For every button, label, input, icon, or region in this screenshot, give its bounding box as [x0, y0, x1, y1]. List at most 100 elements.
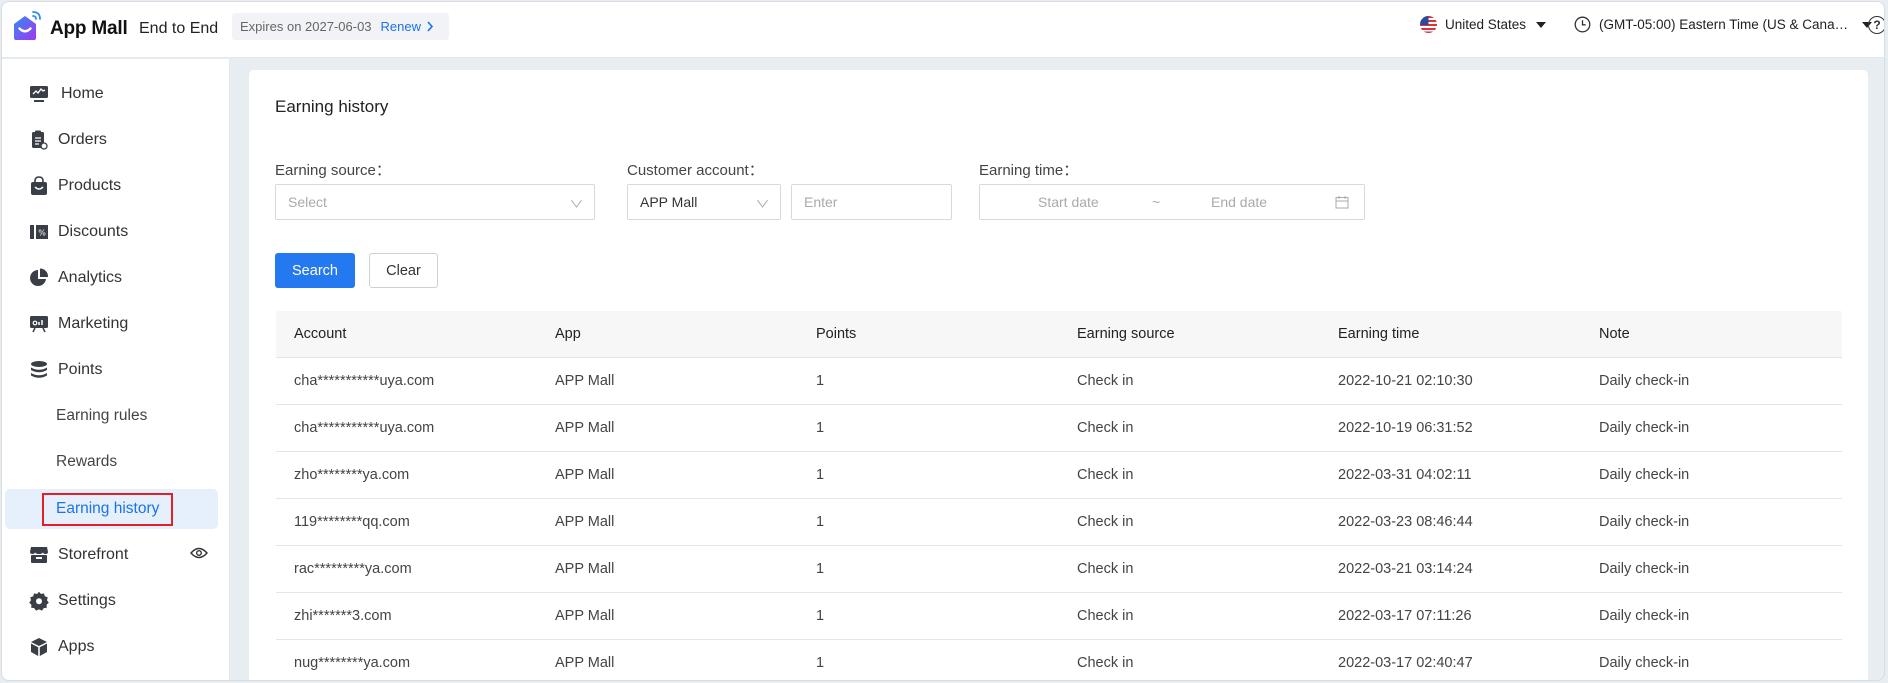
sidebar-item-analytics[interactable]: Analytics	[2, 258, 218, 298]
store-icon	[29, 545, 49, 565]
sidebar-item-earning-rules[interactable]: Earning rules	[2, 396, 218, 436]
earning-source-cell: Check in	[1077, 655, 1134, 671]
page-title: Earning history	[275, 97, 389, 116]
note-cell: Daily check-in	[1599, 655, 1690, 671]
account-cell: rac*********ya.com	[294, 561, 412, 577]
sidebar-item-home[interactable]: Home	[2, 74, 218, 114]
note-cell: Daily check-in	[1599, 608, 1690, 624]
region-selector[interactable]: United States	[1420, 16, 1547, 33]
start-date-input[interactable]: Start date	[1038, 194, 1099, 210]
points-cell: 1	[816, 514, 825, 530]
clear-button[interactable]: Clear	[369, 253, 438, 288]
timezone-selector[interactable]: (GMT-05:00) Eastern Time (US & Cana…	[1574, 16, 1873, 33]
earning-source-cell: Check in	[1077, 467, 1134, 483]
sidebar-item-marketing[interactable]: Marketing	[2, 304, 218, 344]
sidebar-item-label: Orders	[58, 131, 107, 148]
sidebar: Home Orders Products % Discounts Analyti…	[2, 59, 230, 680]
customer-account-app-value: APP Mall	[640, 194, 698, 210]
earning-time-cell: 2022-03-31 04:02:11	[1338, 467, 1472, 483]
note-cell: Daily check-in	[1599, 561, 1690, 577]
earning-source-cell: Check in	[1077, 514, 1134, 530]
earning-time-cell: 2022-03-21 03:14:24	[1338, 561, 1473, 577]
end-date-input[interactable]: End date	[1211, 194, 1267, 210]
earning-source-cell: Check in	[1077, 420, 1134, 436]
sidebar-item-label: Points	[58, 361, 103, 378]
sidebar-item-label: Rewards	[56, 453, 118, 470]
account-cell: zho********ya.com	[294, 467, 410, 483]
earning-source-cell: Check in	[1077, 608, 1134, 624]
column-header: App	[555, 326, 581, 342]
earning-time-cell: 2022-10-21 02:10:30	[1338, 373, 1473, 389]
subscription-status: Expires on 2027-06-03 Renew	[232, 13, 449, 40]
app-cell: APP Mall	[555, 373, 615, 389]
points-cell: 1	[816, 467, 825, 483]
calendar-icon	[1335, 196, 1349, 209]
app-cell: APP Mall	[555, 655, 615, 671]
sidebar-item-label: Storefront	[58, 546, 129, 563]
sidebar-item-orders[interactable]: Orders	[2, 120, 218, 160]
top-bar: App Mall End to End Expires on 2027-06-0…	[2, 2, 1884, 58]
app-cell: APP Mall	[555, 514, 615, 530]
region-label: United States	[1445, 17, 1527, 32]
table-row: 119********qq.com APP Mall 1 Check in 2022-0…	[276, 499, 1842, 546]
app-cell: APP Mall	[555, 467, 615, 483]
sidebar-item-points[interactable]: Points	[2, 350, 218, 390]
account-cell: cha***********uya.com	[294, 420, 435, 436]
app-window: App Mall End to End Expires on 2027-06-0…	[1, 1, 1885, 681]
sidebar-item-settings[interactable]: Settings	[2, 581, 218, 621]
chevron-down-icon	[757, 193, 768, 208]
shopping-bag-icon	[29, 176, 49, 196]
earning-time-cell: 2022-03-23 08:46:44	[1338, 514, 1473, 530]
app-cell: APP Mall	[555, 420, 615, 436]
brand-subtitle: End to End	[139, 20, 219, 37]
chevron-down-icon	[571, 193, 582, 208]
table-row: cha***********uya.com APP Mall 1 Check in 20…	[276, 358, 1842, 405]
coins-stack-icon	[29, 360, 49, 380]
sidebar-item-label: Earning history	[56, 500, 160, 517]
clipboard-icon	[29, 130, 49, 150]
sidebar-item-products[interactable]: Products	[2, 166, 218, 206]
table-body: cha***********uya.com APP Mall 1 Check in 20…	[276, 358, 1842, 680]
table-row: zho********ya.com APP Mall 1 Check in 2022-0…	[276, 452, 1842, 499]
earning-history-table: Account App Points Earning source Earning ti…	[276, 311, 1842, 680]
customer-account-input[interactable]: Enter	[791, 184, 952, 220]
range-separator: ~	[1152, 194, 1161, 210]
renew-link[interactable]: Renew	[381, 19, 434, 34]
column-header: Earning time	[1338, 326, 1420, 342]
table-row: cha***********uya.com APP Mall 1 Check in 20…	[276, 405, 1842, 452]
customer-account-app-select[interactable]: APP Mall	[627, 184, 781, 220]
search-button[interactable]: Search	[275, 253, 355, 288]
timezone-label: (GMT-05:00) Eastern Time (US & Cana…	[1599, 17, 1849, 32]
table-header: Account App Points Earning source Earning ti…	[276, 311, 1842, 358]
app-mall-logo-icon	[14, 11, 41, 40]
column-header: Earning source	[1077, 326, 1175, 342]
customer-account-placeholder: Enter	[804, 194, 838, 210]
sidebar-item-label: Analytics	[58, 269, 123, 286]
earning-time-range-picker[interactable]: Start date ~ End date	[979, 184, 1365, 220]
points-cell: 1	[816, 420, 825, 436]
sidebar-item-apps[interactable]: Apps	[2, 627, 218, 667]
monitor-chart-icon	[29, 84, 49, 104]
account-cell: 119********qq.com	[294, 514, 410, 530]
earning-time-cell: 2022-03-17 02:40:47	[1338, 655, 1473, 671]
note-cell: Daily check-in	[1599, 373, 1690, 389]
earning-time-cell: 2022-10-19 06:31:52	[1338, 420, 1473, 436]
earning-source-placeholder: Select	[288, 194, 327, 210]
sidebar-item-earning-history[interactable]: Earning history	[5, 489, 218, 529]
customer-account-label: Customer account：	[627, 162, 764, 179]
table-row: nug********ya.com APP Mall 1 Check in 2022-0…	[276, 640, 1842, 680]
sidebar-item-discounts[interactable]: % Discounts	[2, 212, 218, 252]
sidebar-item-rewards[interactable]: Rewards	[2, 442, 218, 482]
box-icon	[29, 637, 49, 657]
earning-source-select[interactable]: Select	[275, 184, 595, 220]
note-cell: Daily check-in	[1599, 420, 1690, 436]
caret-down-icon	[1536, 21, 1547, 28]
column-header: Note	[1599, 326, 1630, 342]
sidebar-item-storefront[interactable]: Storefront	[2, 535, 218, 575]
points-cell: 1	[816, 608, 825, 624]
sidebar-item-label: Home	[61, 85, 104, 102]
app-cell: APP Mall	[555, 608, 615, 624]
help-icon[interactable]: ?	[1868, 16, 1884, 34]
note-cell: Daily check-in	[1599, 467, 1690, 483]
eye-icon[interactable]	[190, 546, 208, 564]
